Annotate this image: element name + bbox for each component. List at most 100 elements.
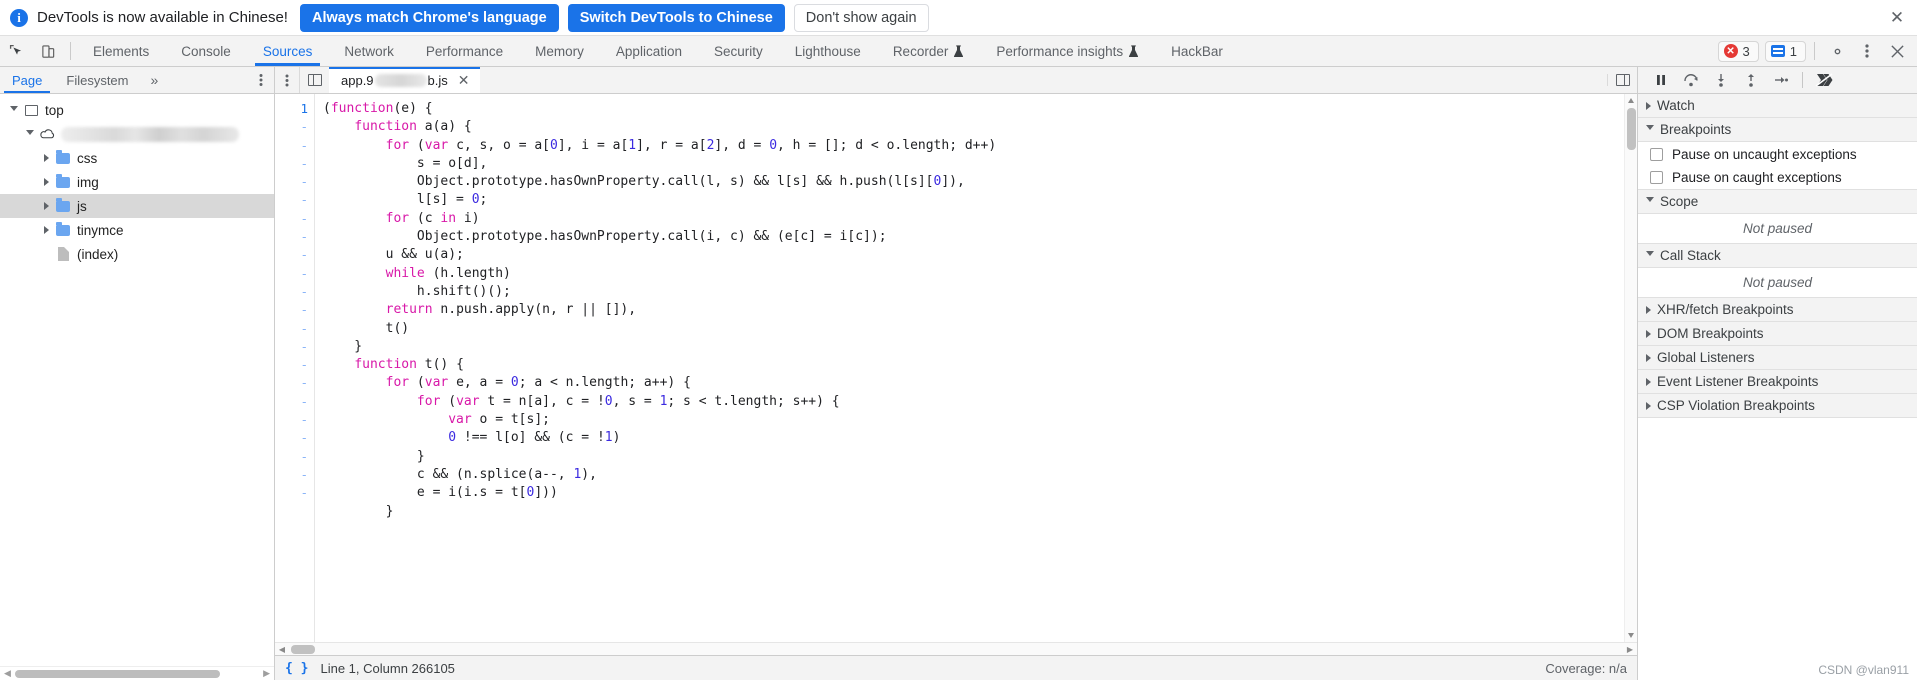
message-count-badge[interactable]: 1 <box>1764 40 1806 62</box>
navigator-horizontal-scrollbar[interactable]: ◀ ▶ <box>0 666 274 680</box>
tree-item-origin[interactable] <box>0 122 274 146</box>
device-toggle-icon[interactable] <box>32 36 64 66</box>
tab-application[interactable]: Application <box>600 36 698 66</box>
fold-marker: - <box>300 448 308 464</box>
scroll-right-icon[interactable]: ▶ <box>1623 645 1637 654</box>
checkbox[interactable] <box>1650 171 1663 184</box>
tab-console[interactable]: Console <box>165 36 247 66</box>
chevron-right-icon[interactable] <box>38 178 54 186</box>
tree-item-label: top <box>45 102 64 118</box>
editor-horizontal-scrollbar[interactable]: ◀ ▶ <box>275 642 1637 655</box>
section-global-listeners[interactable]: Global Listeners <box>1638 346 1917 370</box>
tab-security[interactable]: Security <box>698 36 779 66</box>
message-icon <box>1770 45 1785 57</box>
scrollbar-thumb[interactable] <box>14 669 220 678</box>
checkbox[interactable] <box>1650 147 1663 161</box>
nav-tab-page[interactable]: Page <box>0 67 54 93</box>
editor-status-bar: { } Line 1, Column 266105 Coverage: n/a <box>275 655 1637 680</box>
tab-performance-insights[interactable]: Performance insights <box>980 36 1155 66</box>
show-debugger-icon[interactable] <box>1607 74 1637 86</box>
close-icon[interactable]: ✕ <box>454 72 470 89</box>
folder-icon <box>54 197 72 212</box>
tree-item-css[interactable]: css <box>0 146 274 170</box>
tab-lighthouse[interactable]: Lighthouse <box>779 36 877 66</box>
error-count-badge[interactable]: ✕ 3 <box>1717 40 1759 62</box>
pause-icon[interactable] <box>1648 69 1674 91</box>
chevron-right-icon[interactable] <box>38 226 54 234</box>
section-label: CSP Violation Breakpoints <box>1657 398 1815 413</box>
scroll-left-icon[interactable]: ◀ <box>2 668 13 679</box>
editor-tab-app-js[interactable]: app.9 b.js ✕ <box>329 67 480 93</box>
chevron-double-right-icon[interactable]: » <box>141 67 169 93</box>
section-scope[interactable]: Scope <box>1638 190 1917 214</box>
tab-performance[interactable]: Performance <box>410 36 519 66</box>
gear-icon[interactable] <box>1823 37 1851 65</box>
nav-tab-filesystem[interactable]: Filesystem <box>54 67 140 93</box>
section-watch[interactable]: Watch <box>1638 94 1917 118</box>
section-call-stack[interactable]: Call Stack <box>1638 244 1917 268</box>
close-icon[interactable]: ✕ <box>1887 8 1907 28</box>
tab-label: Elements <box>93 43 150 59</box>
always-match-language-button[interactable]: Always match Chrome's language <box>299 3 559 32</box>
scrollbar-thumb[interactable] <box>291 644 315 654</box>
scrollbar-thumb[interactable] <box>1627 108 1636 150</box>
devtools-window: i DevTools is now available in Chinese! … <box>0 0 1917 680</box>
section-csp-violation-breakpoints[interactable]: CSP Violation Breakpoints <box>1638 394 1917 418</box>
show-navigator-icon[interactable] <box>299 67 329 93</box>
deactivate-breakpoints-icon[interactable] <box>1811 69 1837 91</box>
scroll-left-icon[interactable]: ◀ <box>275 645 289 654</box>
tree-item-label: img <box>77 174 99 190</box>
tree-item-js[interactable]: js <box>0 194 274 218</box>
section-breakpoints[interactable]: Breakpoints <box>1638 118 1917 142</box>
chevron-right-icon[interactable] <box>38 202 54 210</box>
tab-label: Memory <box>535 43 584 59</box>
tree-item-img[interactable]: img <box>0 170 274 194</box>
code-line: } <box>323 338 363 354</box>
tab-network[interactable]: Network <box>328 36 410 66</box>
scroll-up-icon[interactable] <box>1628 98 1634 103</box>
tree-item-index[interactable]: (index) <box>0 242 274 266</box>
pretty-print-icon[interactable]: { } <box>285 661 308 676</box>
tree-item-tinymce[interactable]: tinymce <box>0 218 274 242</box>
code-editor[interactable]: 1 - - - - - - - - - - - - - - - - - - - … <box>275 94 1637 642</box>
close-icon[interactable] <box>1883 37 1911 65</box>
scroll-right-icon[interactable]: ▶ <box>261 668 272 679</box>
tab-memory[interactable]: Memory <box>519 36 600 66</box>
section-label: Call Stack <box>1660 248 1721 263</box>
tab-label: Console <box>181 43 231 59</box>
dont-show-again-button[interactable]: Don't show again <box>793 3 929 32</box>
scroll-down-icon[interactable] <box>1628 633 1634 638</box>
pause-on-caught-exceptions-row[interactable]: Pause on caught exceptions <box>1638 166 1917 190</box>
section-dom-breakpoints[interactable]: DOM Breakpoints <box>1638 322 1917 346</box>
step-into-icon[interactable] <box>1708 69 1734 91</box>
tab-recorder[interactable]: Recorder <box>877 36 981 66</box>
tab-label: Network <box>344 43 394 59</box>
toolbar-divider <box>1802 72 1803 88</box>
chevron-right-icon[interactable] <box>38 154 54 162</box>
step-icon[interactable] <box>1768 69 1794 91</box>
switch-to-chinese-button[interactable]: Switch DevTools to Chinese <box>567 3 785 32</box>
tab-label: Performance insights <box>996 43 1124 59</box>
tab-hackbar[interactable]: HackBar <box>1155 36 1239 66</box>
code-content[interactable]: (function(e) { function a(a) { for (var … <box>315 94 1624 642</box>
section-xhr-fetch-breakpoints[interactable]: XHR/fetch Breakpoints <box>1638 298 1917 322</box>
more-options-icon[interactable] <box>1853 37 1881 65</box>
step-over-icon[interactable] <box>1678 69 1704 91</box>
chevron-down-icon[interactable] <box>22 129 38 139</box>
cursor-position-label: Line 1, Column 266105 <box>320 660 455 676</box>
code-line: for (var c, s, o = a[0], i = a[1], r = a… <box>385 137 997 153</box>
step-out-icon[interactable] <box>1738 69 1764 91</box>
editor-vertical-scrollbar[interactable] <box>1624 94 1637 642</box>
tab-label: Sources <box>262 43 313 59</box>
pause-on-uncaught-exceptions-row[interactable]: Pause on uncaught exceptions <box>1638 142 1917 166</box>
toolbar-right-controls: ✕ 3 1 <box>1717 36 1917 66</box>
section-event-listener-breakpoints[interactable]: Event Listener Breakpoints <box>1638 370 1917 394</box>
tab-elements[interactable]: Elements <box>77 36 165 66</box>
code-line: while (h.length) <box>385 265 511 281</box>
tab-sources[interactable]: Sources <box>247 36 329 66</box>
chevron-down-icon[interactable] <box>6 105 22 115</box>
inspect-cursor-icon[interactable] <box>0 36 32 66</box>
more-options-icon[interactable] <box>248 67 274 93</box>
more-options-icon[interactable] <box>275 67 299 93</box>
tree-item-top[interactable]: top <box>0 98 274 122</box>
